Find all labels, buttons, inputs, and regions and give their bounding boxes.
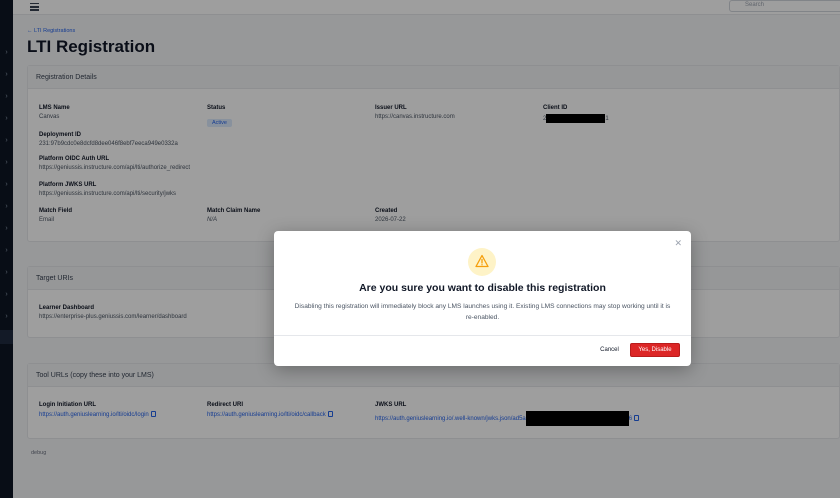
warning-icon <box>475 254 489 268</box>
warning-icon-badge <box>468 248 496 276</box>
yes-disable-button[interactable]: Yes, Disable <box>630 343 680 357</box>
modal-footer: Cancel Yes, Disable <box>274 335 691 366</box>
modal-body: Disabling this registration will immedia… <box>294 303 671 321</box>
modal-title: Are you sure you want to disable this re… <box>359 282 606 294</box>
cancel-button[interactable]: Cancel <box>592 343 627 357</box>
confirm-disable-modal: ✕ Are you sure you want to disable this … <box>274 231 691 366</box>
close-icon[interactable]: ✕ <box>674 239 682 248</box>
